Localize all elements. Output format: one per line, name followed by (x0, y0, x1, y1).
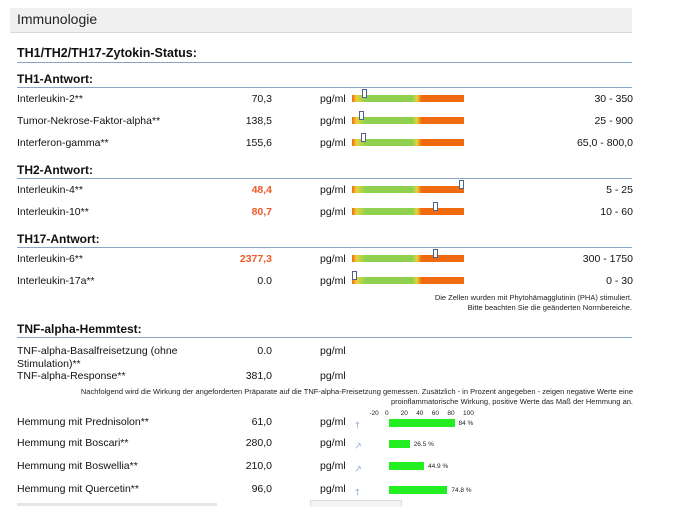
pha-note-line1: Die Zellen wurden mit Phytohämagglutinin… (434, 293, 632, 302)
parameter-unit: pg/ml (320, 206, 346, 218)
parameter-name: TNF-alpha-Basalfreisetzung (ohne (17, 345, 178, 357)
parameter-value: 280,0 (245, 437, 272, 449)
parameter-unit: pg/ml (320, 93, 346, 105)
divider (17, 247, 632, 248)
parameter-value: 0.0 (257, 345, 272, 357)
value-marker (432, 202, 438, 211)
diagonal-arrow-icon: 🡕 (355, 464, 361, 474)
scale-tick-label: 20 (400, 410, 408, 417)
reference-range: 0 - 30 (606, 275, 633, 287)
parameter-unit: pg/ml (320, 370, 346, 382)
diagonal-arrow-icon: 🡕 (355, 441, 361, 451)
value-marker (459, 180, 464, 189)
divider (17, 337, 632, 338)
divider (17, 62, 632, 63)
value-marker (432, 249, 438, 258)
tnf-note-line1: Nachfolgend wird die Wirkung der angefor… (80, 387, 633, 396)
up-arrow-icon: 🡑 (355, 487, 360, 497)
reference-range: 300 - 1750 (582, 253, 633, 265)
group-title-th2: TH2-Antwort: (17, 163, 93, 177)
value-marker (352, 271, 357, 280)
section-title-bar: Immunologie (10, 8, 632, 33)
scale-tick-label: 40 (416, 410, 424, 417)
parameter-name: Interleukin-2** (17, 93, 83, 105)
value-marker (358, 111, 364, 120)
pha-note-line2: Bitte beachten Sie die geänderten Normbe… (467, 303, 632, 312)
reference-bar (352, 111, 464, 124)
inhibition-bar (389, 462, 425, 470)
parameter-unit: pg/ml (320, 184, 346, 196)
inhibition-percent: 44.9 % (428, 463, 449, 470)
divider (17, 87, 632, 88)
scale-tick-label: -20 (369, 410, 379, 417)
inhibition-bar (389, 486, 448, 494)
up-arrow-icon: 🡑 (355, 420, 360, 430)
value-marker (362, 89, 368, 98)
value-marker (361, 133, 367, 142)
parameter-name-cont: Stimulation)** (17, 358, 81, 370)
parameter-value: 61,0 (251, 416, 272, 428)
parameter-value: 70,3 (251, 93, 272, 105)
parameter-name: Tumor-Nekrose-Faktor-alpha** (17, 115, 161, 127)
parameter-name: Hemmung mit Quercetin** (17, 483, 139, 495)
parameter-value: 48,4 (251, 184, 272, 196)
tnf-note-line2: proinflammatorische Wirkung, positive We… (390, 397, 633, 406)
reference-range: 25 - 900 (594, 115, 633, 127)
reference-range: 65,0 - 800,0 (576, 137, 633, 149)
parameter-name: Hemmung mit Boswellia** (17, 460, 138, 472)
divider (17, 178, 632, 179)
parameter-value: 381,0 (245, 370, 272, 382)
reference-range: 30 - 350 (594, 93, 633, 105)
reference-bar (352, 89, 464, 102)
scale-tick-label: 0 (385, 410, 389, 417)
parameter-unit: pg/ml (320, 416, 346, 428)
parameter-value: 210,0 (245, 460, 272, 472)
parameter-unit: pg/ml (320, 483, 346, 495)
parameter-name: Interleukin-4** (17, 184, 83, 196)
group-title-th17: TH17-Antwort: (17, 232, 100, 246)
group-title-th1: TH1-Antwort: (17, 72, 93, 86)
parameter-value: 155,6 (245, 137, 272, 149)
parameter-unit: pg/ml (320, 253, 346, 265)
scale-tick-label: 60 (431, 410, 440, 417)
parameter-unit: pg/ml (320, 437, 346, 449)
parameter-name: Interferon-gamma** (17, 137, 109, 149)
parameter-unit: pg/ml (320, 345, 346, 357)
parameter-value: 96,0 (251, 483, 272, 495)
parameter-name: Interleukin-17a** (17, 275, 95, 287)
parameter-name: TNF-alpha-Response** (17, 370, 126, 382)
scale-tick-label: 100 (463, 410, 474, 417)
page-heading: TH1/TH2/TH17-Zytokin-Status: (17, 46, 197, 60)
reference-bar (352, 202, 464, 215)
reference-range: 5 - 25 (606, 184, 633, 196)
scale-tick-label: 80 (447, 410, 455, 417)
inhibition-percent: 26.5 % (413, 441, 434, 448)
inhibition-percent: 84 % (458, 420, 474, 427)
tnf-section-title: TNF-alpha-Hemmtest: (17, 322, 142, 336)
inhibition-percent: 74.8 % (451, 487, 472, 494)
parameter-unit: pg/ml (320, 115, 346, 127)
reference-bar (352, 249, 464, 262)
parameter-value: 2377,3 (239, 253, 272, 265)
parameter-name: Hemmung mit Prednisolon** (17, 416, 149, 428)
section-title: Immunologie (17, 11, 98, 27)
reference-bar (352, 180, 464, 193)
reference-range: 10 - 60 (600, 206, 633, 218)
reference-bar (352, 271, 464, 284)
parameter-name: Interleukin-6** (17, 253, 83, 265)
parameter-value: 0.0 (257, 275, 272, 287)
parameter-name: Hemmung mit Boscari** (17, 437, 129, 449)
reference-bar (352, 133, 464, 146)
inhibition-bar (389, 440, 410, 448)
parameter-value: 138,5 (245, 115, 272, 127)
parameter-unit: pg/ml (320, 137, 346, 149)
parameter-unit: pg/ml (320, 460, 346, 472)
parameter-name: Interleukin-10** (17, 206, 89, 218)
parameter-unit: pg/ml (320, 275, 346, 287)
parameter-value: 80,7 (251, 206, 272, 218)
inhibition-bar (389, 419, 455, 427)
